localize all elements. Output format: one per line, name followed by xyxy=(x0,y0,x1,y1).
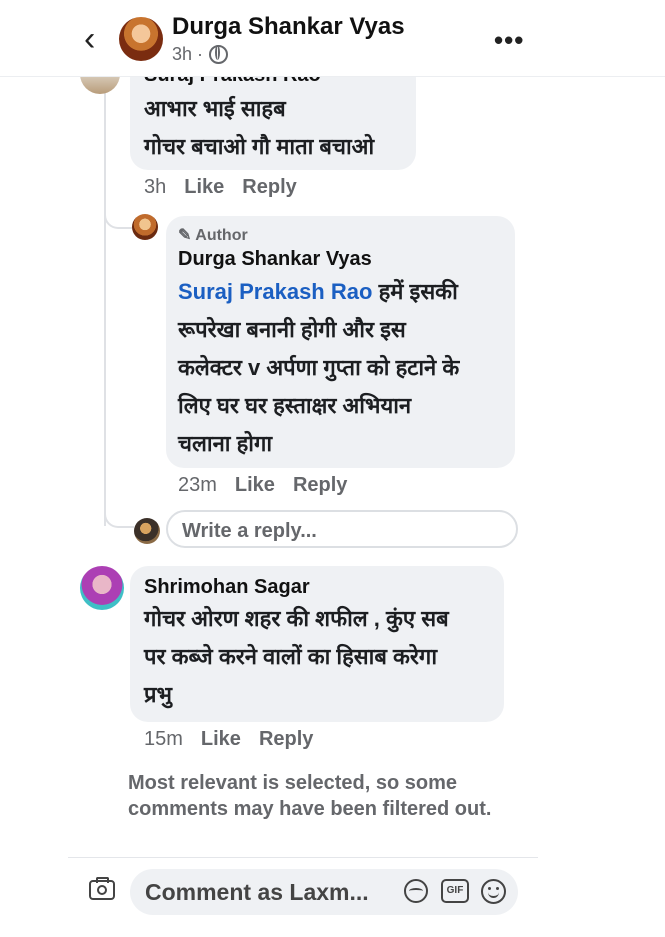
comment-author[interactable]: Durga Shankar Vyas xyxy=(178,248,372,271)
comment-line: गोचर ओरण शहर की शफील , कुंए सब xyxy=(144,606,449,631)
author-reply-avatar[interactable] xyxy=(132,214,158,240)
comment-time: 15m xyxy=(144,728,183,750)
filter-notice: Most relevant is selected, so some comme… xyxy=(128,772,492,820)
globe-icon xyxy=(209,45,229,64)
comment-line: लिए घर घर हस्ताक्षर अभियान xyxy=(178,393,412,418)
comment-actions: 23m Like Reply xyxy=(178,474,347,497)
comment-line: हमें इसकी xyxy=(378,279,458,304)
sticker-icon[interactable] xyxy=(404,879,428,903)
post-time: 3h · xyxy=(172,44,204,64)
post-author-name[interactable]: Durga Shankar Vyas xyxy=(172,13,405,41)
author-badge: ✎ Author xyxy=(178,227,248,244)
like-button[interactable]: Like xyxy=(184,176,224,199)
comment-line: गोचर बचाओ गौ माता बचाओ xyxy=(144,134,375,159)
comment-input[interactable]: Comment as Laxm... xyxy=(145,879,369,906)
like-button[interactable]: Like xyxy=(235,474,275,497)
like-button[interactable]: Like xyxy=(201,728,241,751)
comment-actions: 3h Like Reply xyxy=(144,176,297,199)
comment-text: Suraj Prakash Rao हमें इसकी रूपरेखा बनान… xyxy=(178,273,508,463)
reply-input[interactable]: Write a reply... xyxy=(166,510,518,548)
thread-line xyxy=(104,76,106,526)
comment-line: कलेक्टर v अर्पणा गुप्ता को हटाने के xyxy=(178,355,460,380)
comment-line: आभार भाई साहब xyxy=(144,96,286,121)
author-avatar[interactable] xyxy=(119,17,163,61)
thread-connector xyxy=(104,195,132,229)
more-options-icon[interactable]: ••• xyxy=(494,25,524,56)
emoji-icon[interactable] xyxy=(481,879,506,904)
comment-line: रूपरेखा बनानी होगी और इस xyxy=(178,317,406,342)
reply-button[interactable]: Reply xyxy=(259,728,313,751)
post-meta: 3h · xyxy=(172,44,229,65)
comment-text: आभार भाई साहब गोचर बचाओ गौ माता बचाओ xyxy=(144,90,414,166)
divider xyxy=(68,857,538,858)
comment-time: 23m xyxy=(178,474,217,496)
comment-line: चलाना होगा xyxy=(178,431,273,456)
comment-text: गोचर ओरण शहर की शफील , कुंए सब पर कब्जे … xyxy=(144,600,499,714)
mention-link[interactable]: Suraj Prakash Rao xyxy=(178,279,372,304)
gif-icon[interactable]: GIF xyxy=(441,879,469,903)
comment-actions: 15m Like Reply xyxy=(144,728,313,751)
back-chevron-icon[interactable]: ‹ xyxy=(84,22,95,56)
reply-button[interactable]: Reply xyxy=(242,176,296,199)
reply-button[interactable]: Reply xyxy=(293,474,347,497)
comment-author[interactable]: Shrimohan Sagar xyxy=(144,576,310,599)
thread-connector xyxy=(104,500,134,528)
comment-time: 3h xyxy=(144,176,167,198)
commenter-avatar[interactable] xyxy=(80,566,124,610)
comment-line: प्रभु xyxy=(144,682,172,707)
comment-line: पर कब्जे करने वालों का हिसाब करेगा xyxy=(144,644,438,669)
current-user-avatar xyxy=(134,518,160,544)
camera-icon[interactable] xyxy=(89,877,115,900)
